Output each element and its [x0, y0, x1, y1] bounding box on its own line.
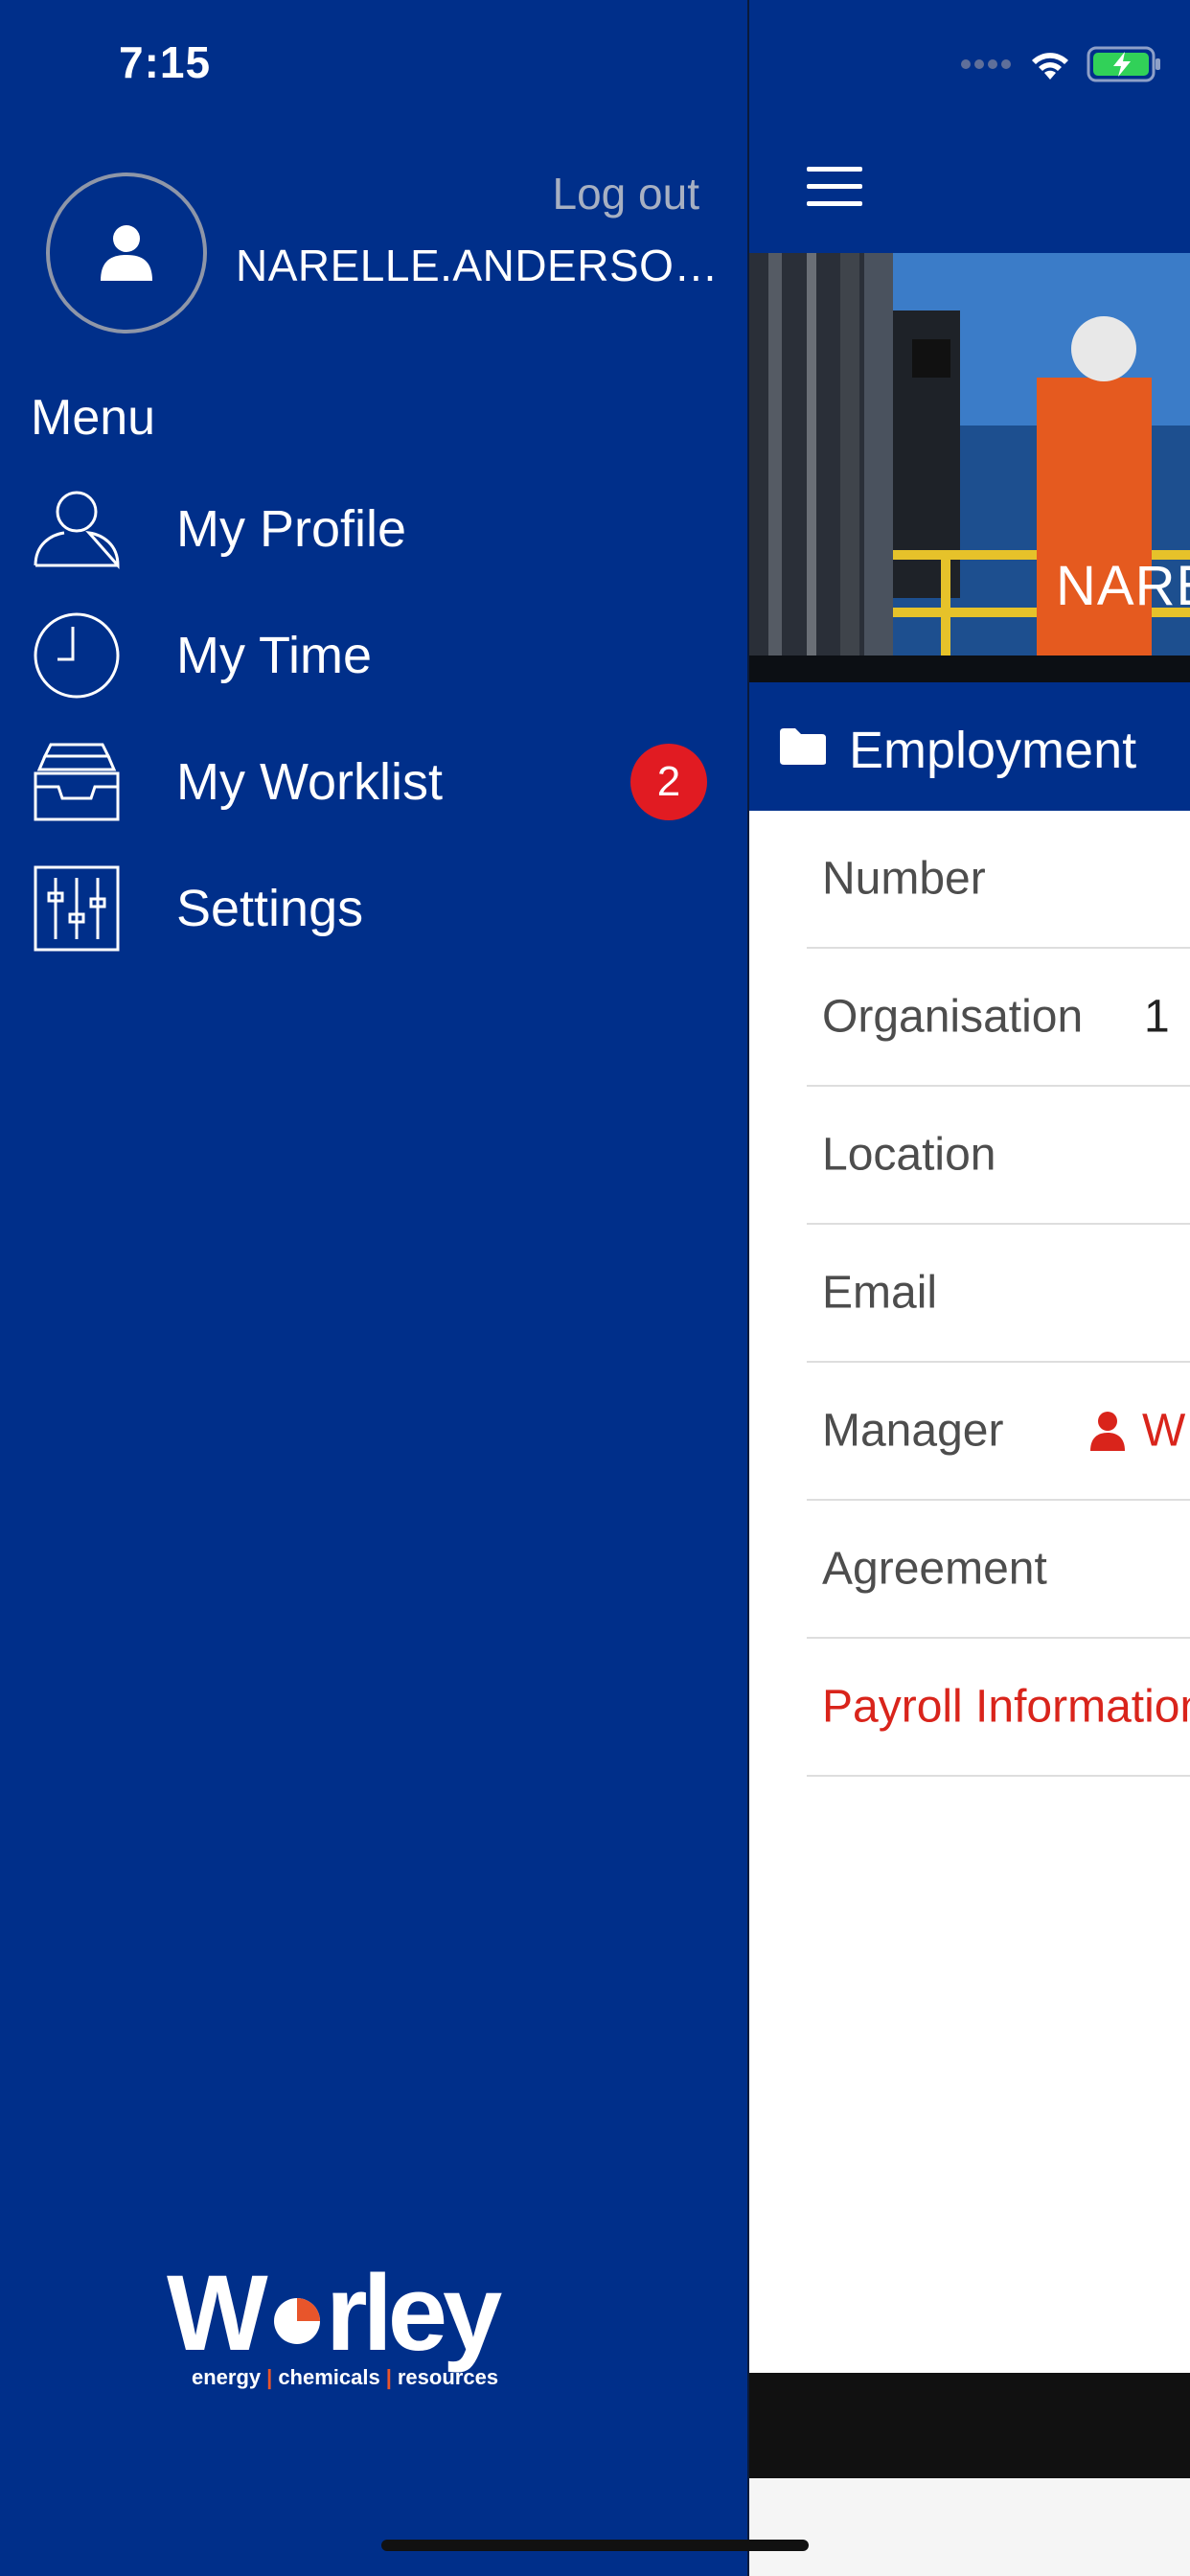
manager-name-link[interactable]: W — [1142, 1405, 1185, 1458]
employment-row-agreement: Agreement — [807, 1501, 1190, 1639]
battery-charging-icon — [1087, 46, 1160, 82]
side-menu-drawer: 7:15 Log out NARELLE.ANDERSON... Menu My… — [0, 0, 747, 2576]
user-icon — [101, 225, 152, 281]
logout-link[interactable]: Log out — [553, 168, 699, 219]
menu-heading: Menu — [31, 390, 156, 446]
logo-tagline: energy | chemicals | resources — [192, 2365, 499, 2389]
hamburger-menu-button[interactable] — [807, 167, 862, 207]
main-header — [749, 0, 1190, 253]
menu-item-settings[interactable]: Settings — [0, 851, 747, 966]
main-content: NARE Employment Number Organisation 1 Lo… — [747, 0, 1190, 2576]
row-label: Email — [822, 1267, 938, 1319]
menu-item-label: My Profile — [176, 500, 407, 558]
bottom-bar — [749, 2373, 1190, 2478]
employment-row-organisation: Organisation 1 — [807, 949, 1190, 1087]
worley-logo: W rley energy | chemicals | resources — [163, 2262, 565, 2396]
row-label: Agreement — [822, 1543, 1047, 1595]
manager-person-icon — [1090, 1412, 1125, 1451]
payroll-information-link[interactable]: Payroll Information — [807, 1639, 1190, 1777]
employment-section-header[interactable]: Employment — [749, 682, 1190, 811]
signal-icon — [961, 59, 1011, 69]
employment-row-email: Email — [807, 1225, 1190, 1363]
folder-icon — [780, 728, 826, 765]
hero-image: NARE — [749, 253, 1190, 682]
username: NARELLE.ANDERSON... — [236, 241, 734, 290]
menu-item-label: Settings — [176, 880, 364, 937]
employment-row-location: Location — [807, 1087, 1190, 1225]
worklist-count-badge: 2 — [630, 744, 707, 820]
section-title: Employment — [849, 722, 1137, 779]
status-icons — [960, 46, 1163, 82]
menu-item-label: My Time — [176, 627, 373, 684]
inbox-tray-icon — [29, 734, 125, 830]
clock-icon — [29, 608, 125, 703]
menu-item-my-time[interactable]: My Time — [0, 598, 747, 713]
person-outline-icon — [29, 481, 125, 577]
sliders-icon — [29, 861, 125, 956]
svg-text:W: W — [167, 2262, 268, 2373]
row-label: Location — [822, 1129, 996, 1181]
row-label: Organisation — [822, 991, 1084, 1043]
row-label: Number — [822, 853, 986, 905]
wifi-icon — [1032, 53, 1068, 80]
menu-item-my-profile[interactable]: My Profile — [0, 472, 747, 586]
avatar[interactable] — [46, 172, 207, 334]
hero-employee-name: NARE — [1056, 555, 1190, 617]
menu-item-label: My Worklist — [176, 753, 443, 811]
bottom-strip — [749, 2478, 1190, 2576]
status-time: 7:15 — [119, 37, 212, 87]
row-label: Payroll Information — [822, 1681, 1190, 1733]
row-label: Manager — [822, 1405, 1004, 1457]
svg-text:rley: rley — [326, 2262, 502, 2373]
employment-row-manager[interactable]: Manager W — [807, 1363, 1190, 1501]
menu-item-my-worklist[interactable]: My Worklist 2 — [0, 724, 747, 840]
home-indicator[interactable] — [381, 2540, 809, 2551]
row-value: 1 — [1144, 991, 1170, 1043]
employment-row-number: Number — [807, 811, 1190, 949]
